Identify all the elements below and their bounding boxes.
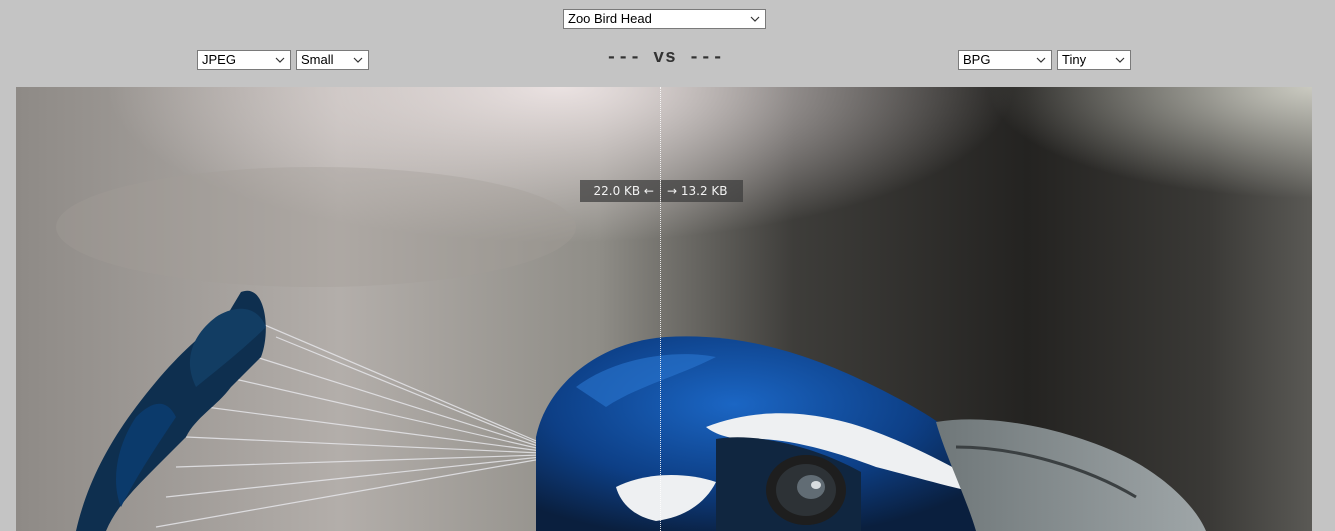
peacock-image: [16, 87, 1312, 531]
comparison-viewer[interactable]: 22.0 KB ← → 13.2 KB: [16, 87, 1312, 531]
chevron-down-icon: [352, 51, 364, 69]
right-size-value: Tiny: [1062, 52, 1087, 67]
chevron-down-icon: [274, 51, 286, 69]
chevron-down-icon: [1114, 51, 1126, 69]
compare-app: Zoo Bird Head JPEG Small --- vs --- BPG …: [0, 0, 1335, 531]
right-file-size-label: → 13.2 KB: [661, 180, 743, 202]
right-codec-select[interactable]: BPG: [958, 50, 1052, 70]
left-codec-value: JPEG: [202, 52, 236, 67]
chevron-down-icon: [1035, 51, 1047, 69]
comparison-divider[interactable]: [660, 87, 662, 531]
right-size-select[interactable]: Tiny: [1057, 50, 1131, 70]
right-codec-value: BPG: [963, 52, 991, 67]
image-select[interactable]: Zoo Bird Head: [563, 9, 766, 29]
left-codec-select[interactable]: JPEG: [197, 50, 291, 70]
left-size-value: Small: [301, 52, 334, 67]
left-file-size-label: 22.0 KB ←: [580, 180, 660, 202]
image-select-value: Zoo Bird Head: [568, 11, 652, 26]
vs-label: --- vs ---: [605, 48, 725, 68]
left-size-select[interactable]: Small: [296, 50, 369, 70]
chevron-down-icon: [749, 10, 761, 28]
